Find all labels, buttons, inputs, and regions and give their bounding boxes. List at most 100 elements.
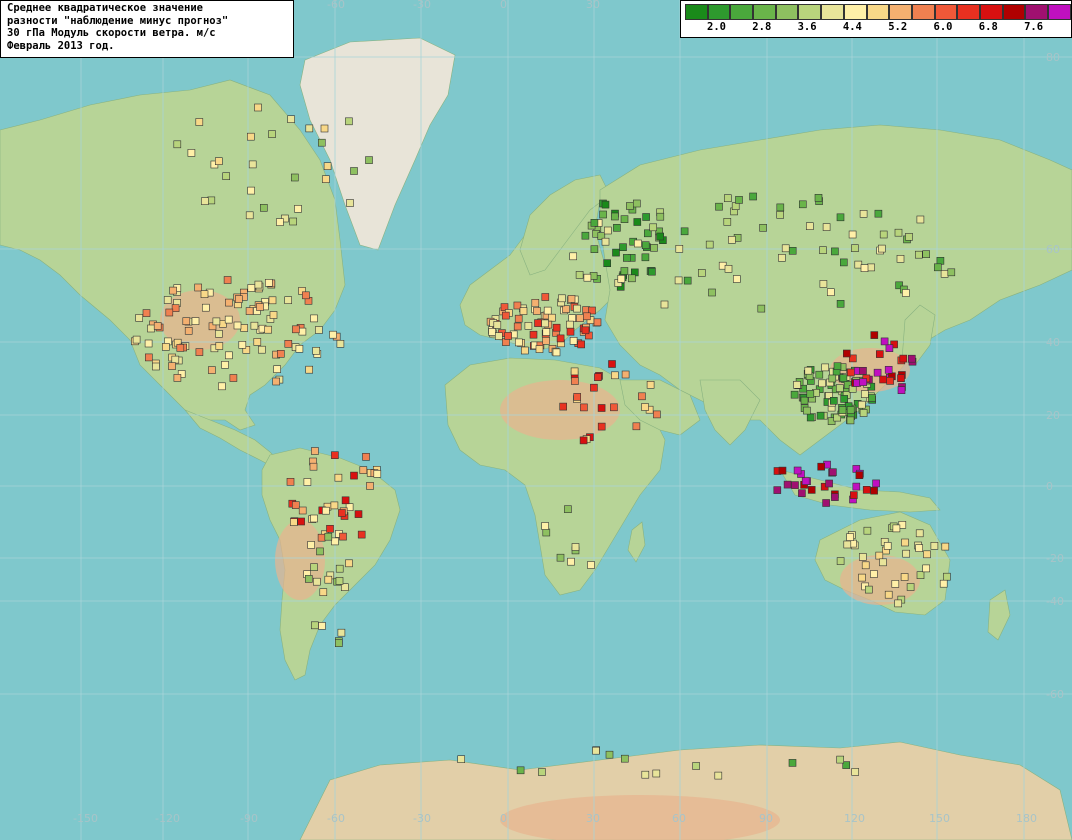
station-marker	[579, 436, 588, 445]
station-marker	[238, 340, 247, 349]
station-marker	[339, 532, 347, 541]
station-marker	[169, 286, 177, 295]
station-marker	[907, 354, 916, 363]
station-marker	[163, 296, 172, 304]
station-marker	[641, 770, 650, 779]
station-marker	[248, 160, 257, 169]
station-marker	[310, 514, 318, 523]
station-marker	[294, 205, 302, 213]
station-marker	[803, 406, 811, 415]
station-marker	[593, 318, 602, 327]
station-marker	[501, 311, 510, 320]
station-marker	[310, 314, 318, 323]
station-marker	[916, 215, 925, 224]
station-marker	[916, 571, 925, 580]
lon-tick-label: -150	[73, 812, 98, 825]
station-marker	[846, 416, 855, 425]
lon-tick-label: 120	[844, 812, 865, 825]
station-marker	[331, 451, 339, 460]
station-marker	[922, 564, 931, 573]
station-marker	[732, 275, 741, 283]
station-marker	[894, 599, 903, 608]
station-marker	[674, 276, 683, 285]
lat-tick-label: 80	[1046, 51, 1060, 64]
legend-swatch	[707, 4, 731, 20]
station-marker	[862, 485, 871, 494]
station-marker	[649, 223, 658, 232]
station-marker	[284, 339, 293, 348]
station-marker	[835, 384, 844, 392]
station-marker	[788, 247, 797, 255]
station-marker	[147, 324, 155, 333]
station-marker	[642, 213, 650, 221]
station-marker	[860, 390, 869, 398]
station-marker	[145, 353, 153, 362]
station-marker	[851, 768, 860, 776]
station-marker	[153, 322, 162, 330]
station-marker	[564, 505, 572, 514]
station-marker	[859, 366, 867, 375]
legend-swatch	[798, 4, 822, 20]
station-marker	[286, 477, 295, 486]
station-marker	[900, 573, 909, 581]
station-marker	[289, 518, 298, 526]
station-marker	[897, 386, 906, 395]
station-marker	[493, 321, 502, 329]
station-marker	[943, 572, 951, 581]
station-marker	[859, 210, 868, 218]
station-marker	[861, 561, 870, 570]
station-marker	[535, 345, 544, 353]
legend-swatch	[911, 4, 935, 20]
legend-labels: 2.0 2.8 3.6 4.4 5.2 6.0 6.8 7.6	[681, 21, 1072, 35]
station-marker	[329, 330, 337, 339]
station-marker	[298, 506, 307, 515]
station-marker	[247, 284, 256, 292]
station-marker	[225, 351, 233, 360]
station-marker	[590, 245, 599, 253]
station-marker	[346, 199, 354, 207]
station-marker	[836, 299, 845, 308]
lat-tick-label: 40	[1046, 336, 1060, 349]
station-marker	[634, 239, 642, 248]
station-marker	[683, 276, 692, 285]
station-marker	[311, 447, 319, 455]
station-marker	[605, 750, 614, 759]
station-marker	[776, 203, 785, 212]
station-marker	[875, 551, 884, 560]
station-marker	[316, 547, 324, 556]
station-marker	[819, 280, 828, 288]
station-marker	[273, 365, 281, 374]
station-marker	[821, 363, 830, 372]
world-map: -150 -120 -90 -60 -30 0 30 60 90 120 150 180 -60 -30…	[0, 0, 1072, 840]
station-marker	[322, 175, 330, 183]
station-marker	[256, 303, 264, 311]
station-marker	[846, 533, 854, 541]
station-marker	[879, 230, 888, 239]
station-marker	[326, 524, 334, 533]
station-marker	[822, 223, 831, 231]
station-marker	[715, 202, 723, 211]
lat-tick-label: -20	[1046, 552, 1064, 565]
station-marker	[874, 209, 883, 218]
station-marker	[776, 211, 785, 219]
station-marker	[848, 230, 857, 239]
station-marker	[373, 469, 382, 478]
station-marker	[641, 253, 650, 262]
station-marker	[829, 468, 837, 477]
station-marker	[208, 366, 216, 374]
station-marker	[305, 124, 314, 133]
station-marker	[829, 396, 838, 405]
station-marker	[194, 283, 202, 292]
station-marker	[587, 561, 595, 569]
station-marker	[590, 219, 599, 227]
station-marker	[568, 314, 577, 323]
station-marker	[632, 199, 641, 208]
lon-top-tick-label: -30	[413, 0, 431, 11]
station-marker	[310, 621, 319, 630]
station-marker	[601, 237, 610, 246]
station-marker	[885, 344, 894, 353]
station-marker	[276, 349, 285, 358]
station-marker	[590, 383, 598, 392]
station-marker	[320, 124, 329, 133]
station-marker	[804, 366, 813, 375]
